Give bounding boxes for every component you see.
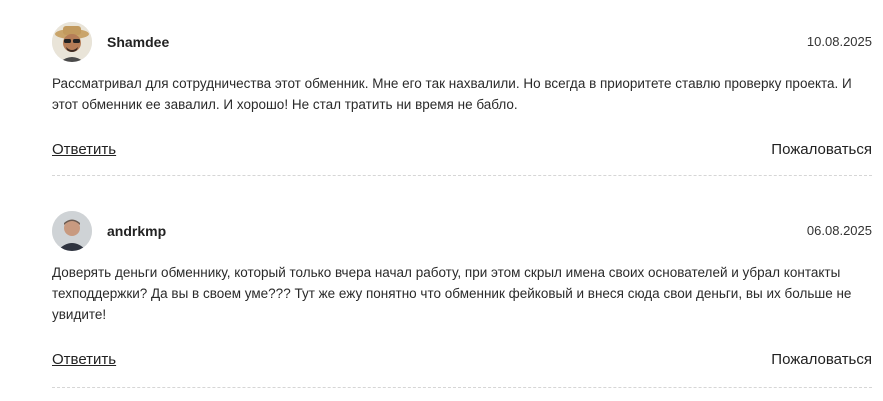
reply-link[interactable]: Ответить xyxy=(52,351,116,368)
avatar xyxy=(52,211,92,251)
divider xyxy=(52,387,872,388)
comment-date: 10.08.2025 xyxy=(806,34,872,49)
author-name: Shamdee xyxy=(107,34,170,50)
comment-header: Shamdee 10.08.2025 xyxy=(52,22,872,64)
divider xyxy=(52,175,872,176)
comment-actions: Ответить Пожаловаться xyxy=(52,141,872,161)
comment-date: 06.08.2025 xyxy=(806,223,872,238)
avatar-image xyxy=(52,211,92,251)
avatar xyxy=(52,22,92,62)
author-name: andrkmp xyxy=(107,223,167,239)
comment-text: Рассматривал для сотрудничества этот обм… xyxy=(52,76,852,112)
report-link[interactable]: Пожаловаться xyxy=(771,141,872,158)
comment-item: andrkmp 06.08.2025 Доверять деньги обмен… xyxy=(52,211,872,368)
comment-header: andrkmp 06.08.2025 xyxy=(52,211,872,253)
reply-link[interactable]: Ответить xyxy=(52,141,116,158)
avatar-image xyxy=(52,22,92,62)
comment-text: Доверять деньги обменнику, который тольк… xyxy=(52,265,852,322)
comment-item: Shamdee 10.08.2025 Рассматривал для сотр… xyxy=(52,22,872,158)
report-link[interactable]: Пожаловаться xyxy=(771,351,872,368)
comment-actions: Ответить Пожаловаться xyxy=(52,351,872,371)
